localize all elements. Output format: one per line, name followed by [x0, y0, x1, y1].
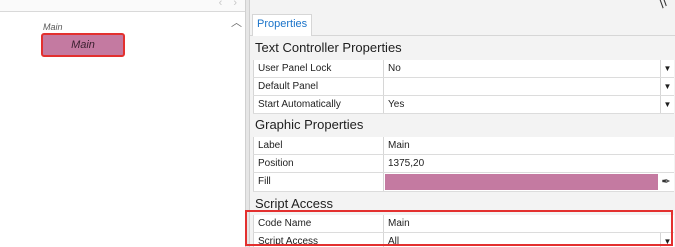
chevron-up-icon[interactable]: ︿ [231, 14, 242, 30]
property-key: Code Name [253, 215, 384, 232]
property-key: Default Panel [253, 78, 384, 95]
property-row[interactable]: Code Name Main [253, 215, 674, 233]
dropdown-arrow-icon[interactable]: ▼ [660, 233, 674, 247]
properties-pane: // Properties Text Controller Properties… [250, 0, 675, 247]
property-key: User Panel Lock [253, 60, 384, 77]
pin-icon[interactable]: // [655, 0, 671, 11]
property-row[interactable]: Default Panel ▼ [253, 78, 674, 96]
dropdown-arrow-icon[interactable]: ▼ [660, 60, 674, 77]
property-value[interactable]: Main [384, 137, 674, 154]
tab-properties[interactable]: Properties [252, 14, 313, 36]
property-row[interactable]: Position 1375,20 [253, 155, 674, 173]
property-value[interactable]: Main [384, 215, 674, 232]
fill-value[interactable]: ✒ [384, 173, 674, 191]
canvas-toolbar: ‹ › [0, 0, 245, 12]
section-title: Text Controller Properties [250, 38, 675, 58]
canvas-pane: ‹ › Main Main ︿ [0, 0, 245, 247]
property-value[interactable]: All ▼ [384, 233, 674, 247]
dropdown-arrow-icon[interactable]: ▼ [660, 96, 674, 113]
section-title: Script Access [250, 194, 675, 214]
property-value[interactable]: No ▼ [384, 60, 674, 77]
tab-strip: Properties [250, 12, 675, 36]
property-row[interactable]: Script Access All ▼ [253, 233, 674, 247]
property-key: Position [253, 155, 384, 172]
panel-widget-label: Main [71, 39, 95, 51]
panel-title: Main [43, 22, 63, 32]
property-value[interactable]: ▼ [384, 78, 674, 95]
fill-color-swatch[interactable] [385, 174, 658, 190]
property-key: Script Access [253, 233, 384, 247]
property-row[interactable]: Label Main [253, 137, 674, 155]
nav-arrows-icon[interactable]: ‹ › [219, 0, 241, 9]
property-key: Fill [253, 173, 384, 191]
property-row[interactable]: Start Automatically Yes ▼ [253, 96, 674, 114]
panel-widget[interactable]: Main [41, 33, 125, 57]
section-title: Graphic Properties [250, 115, 675, 135]
property-key: Start Automatically [253, 96, 384, 113]
property-row[interactable]: User Panel Lock No ▼ [253, 60, 674, 78]
eyedropper-icon[interactable]: ✒ [659, 173, 673, 190]
property-value[interactable]: 1375,20 [384, 155, 674, 172]
property-row[interactable]: Fill ✒ [253, 173, 674, 192]
dropdown-arrow-icon[interactable]: ▼ [660, 78, 674, 95]
property-value[interactable]: Yes ▼ [384, 96, 674, 113]
property-key: Label [253, 137, 384, 154]
